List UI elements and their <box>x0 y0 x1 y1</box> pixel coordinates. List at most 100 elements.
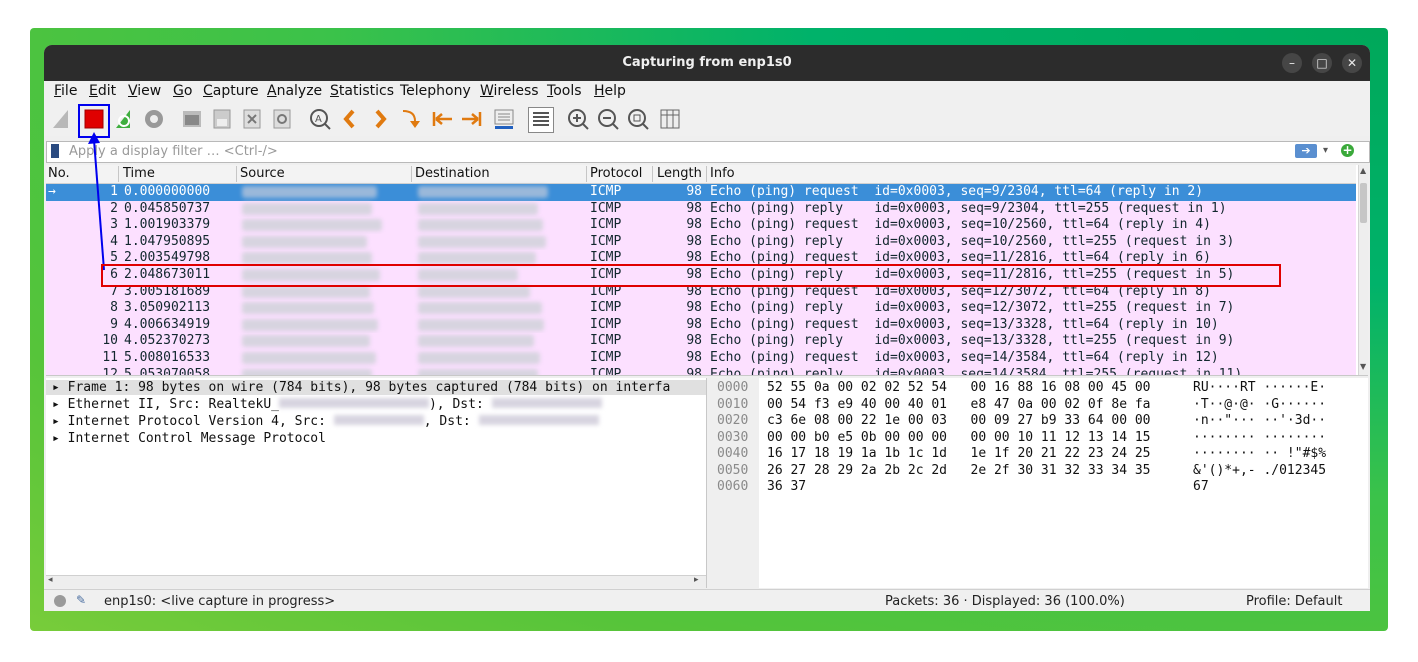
ascii-line[interactable]: 67 <box>1193 479 1326 496</box>
find-packet-icon[interactable]: A <box>308 107 332 131</box>
column-header-length[interactable]: Length <box>657 166 702 181</box>
add-filter-button-icon[interactable]: + <box>1341 144 1354 157</box>
ascii-line[interactable]: ·T··@·@· ·G······ <box>1193 397 1326 414</box>
packet-protocol: ICMP <box>590 200 622 216</box>
zoom-out-icon[interactable] <box>596 107 620 131</box>
detail-row-frame[interactable]: ▸ Frame 1: 98 bytes on wire (784 bits), … <box>46 380 706 395</box>
hex-line[interactable]: 16 17 18 19 1a 1b 1c 1d 1e 1f 20 21 22 2… <box>767 446 1151 463</box>
details-horizontal-scrollbar[interactable]: ◂ ▸ <box>46 575 706 588</box>
packet-time: 0.000000000 <box>124 184 211 199</box>
capture-comment-icon[interactable]: ✎ <box>76 593 86 607</box>
menu-item-edit[interactable]: Edit <box>89 83 116 99</box>
ascii-line[interactable]: ·n··"··· ··'·3d·· <box>1193 413 1326 430</box>
packet-bytes-pane: 0000 0010 0020 0030 0040 0050 0060 52 55 0a 00… <box>709 378 1368 588</box>
menu-item-view[interactable]: View <box>128 83 161 99</box>
redacted-source-address <box>242 202 372 215</box>
packet-list-scrollbar[interactable]: ▲ ▼ <box>1358 165 1368 375</box>
display-filter-input[interactable] <box>69 142 1269 160</box>
menu-item-tools[interactable]: Tools <box>547 83 582 99</box>
column-header-time[interactable]: Time <box>123 166 155 181</box>
menu-item-file[interactable]: File <box>54 83 77 99</box>
column-header-destination[interactable]: Destination <box>415 166 490 181</box>
ascii-line[interactable]: RU····RT ······E· <box>1193 380 1326 397</box>
hex-line[interactable]: 52 55 0a 00 02 02 52 54 00 16 88 16 08 0… <box>767 380 1151 397</box>
column-header-protocol[interactable]: Protocol <box>590 166 642 181</box>
scroll-down-icon[interactable]: ▼ <box>1360 363 1368 371</box>
menu-item-capture[interactable]: Capture <box>203 83 259 99</box>
bookmark-icon[interactable] <box>51 144 59 158</box>
menu-item-analyze[interactable]: Analyze <box>267 83 322 99</box>
ascii-line[interactable]: ········ ·· !"#$% <box>1193 446 1326 463</box>
detail-row-icmp[interactable]: ▸ Internet Control Message Protocol <box>52 431 326 446</box>
hex-line[interactable]: 00 54 f3 e9 40 00 40 01 e8 47 0a 00 02 0… <box>767 397 1151 414</box>
scroll-up-icon[interactable]: ▲ <box>1360 167 1368 175</box>
packet-no: 12 <box>102 366 118 376</box>
normal-size-icon[interactable] <box>626 107 650 131</box>
auto-scroll-icon[interactable] <box>492 107 516 131</box>
scroll-left-icon[interactable]: ◂ <box>48 575 53 585</box>
packet-time: 3.050902113 <box>124 300 211 316</box>
maximize-icon[interactable]: □ <box>1312 53 1332 73</box>
column-header-info[interactable]: Info <box>710 166 735 181</box>
open-file-icon[interactable] <box>180 107 204 131</box>
ascii-line[interactable]: ········ ········ <box>1193 430 1326 447</box>
last-packet-icon[interactable] <box>460 107 484 131</box>
packet-time: 5.053070058 <box>124 366 211 376</box>
redacted-source-address <box>242 186 377 198</box>
byte-offset: 0050 <box>717 462 749 478</box>
ascii-line[interactable]: &'()*+,- ./012345 <box>1193 463 1326 480</box>
hex-line[interactable]: c3 6e 08 00 22 1e 00 03 00 09 27 b9 33 6… <box>767 413 1151 430</box>
packet-row[interactable]: 2 0.045850737 ICMP 98 Echo (ping) reply id=0… <box>46 200 1356 218</box>
packet-row[interactable]: 10 4.052370273 ICMP 98 Echo (ping) reply id=… <box>46 333 1356 350</box>
detail-row-ethernet[interactable]: ▸ Ethernet II, Src: RealtekU_), Dst: <box>52 397 602 412</box>
menu-item-go[interactable]: Go <box>173 83 192 99</box>
go-back-icon[interactable] <box>338 107 362 131</box>
menu-item-telephony[interactable]: Telephony <box>400 83 471 99</box>
packet-protocol: ICMP <box>590 350 622 365</box>
reload-file-icon[interactable] <box>270 107 294 131</box>
apply-filter-icon[interactable]: ➔ <box>1295 144 1317 158</box>
expert-info-icon[interactable] <box>54 595 66 607</box>
packet-protocol: ICMP <box>590 184 622 199</box>
filter-history-dropdown-icon[interactable]: ▾ <box>1323 143 1333 159</box>
profile-text[interactable]: Profile: Default <box>1246 594 1342 609</box>
ascii-dump[interactable]: RU····RT ······E· ·T··@·@· ·G······ ·n··"·… <box>1193 380 1326 496</box>
resize-columns-icon[interactable] <box>658 107 682 131</box>
first-packet-icon[interactable] <box>430 107 454 131</box>
column-header-no[interactable]: No. <box>48 166 70 181</box>
close-icon[interactable]: ✕ <box>1342 53 1362 73</box>
packet-row[interactable]: 4 1.047950895 ICMP 98 Echo (ping) reply id=0… <box>46 233 1356 251</box>
scroll-right-icon[interactable]: ▸ <box>694 575 699 585</box>
packet-row[interactable]: 3 1.001903379 ICMP 98 Echo (ping) request id… <box>46 217 1356 234</box>
packet-row[interactable]: 11 5.008016533 ICMP 98 Echo (ping) request i… <box>46 350 1356 367</box>
packet-no: 11 <box>102 350 118 365</box>
packet-length: 98 <box>686 366 702 376</box>
scrollbar-thumb[interactable] <box>1360 183 1367 223</box>
packet-row[interactable]: 12 5.053070058 ICMP 98 Echo (ping) reply id=… <box>46 366 1356 376</box>
hex-line[interactable]: 26 27 28 29 2a 2b 2c 2d 2e 2f 30 31 32 3… <box>767 463 1151 480</box>
close-file-icon[interactable] <box>240 107 264 131</box>
packet-length: 98 <box>686 333 702 349</box>
minimize-icon[interactable]: – <box>1282 53 1302 73</box>
zoom-in-icon[interactable] <box>566 107 590 131</box>
hex-dump[interactable]: 52 55 0a 00 02 02 52 54 00 16 88 16 08 0… <box>767 380 1151 496</box>
packet-no: 10 <box>102 333 118 349</box>
menu-item-help[interactable]: Help <box>594 83 626 99</box>
packet-row[interactable]: 9 4.006634919 ICMP 98 Echo (ping) request id… <box>46 316 1356 334</box>
column-header-source[interactable]: Source <box>240 166 285 181</box>
go-forward-icon[interactable] <box>368 107 392 131</box>
hex-line[interactable]: 36 37 <box>767 479 1151 496</box>
capture-options-icon[interactable] <box>142 107 166 131</box>
menu-item-wireless[interactable]: Wireless <box>480 83 539 99</box>
packet-row[interactable]: 1 0.000000000 ICMP 98 Echo (ping) request id… <box>46 184 1356 201</box>
detail-row-ipv4[interactable]: ▸ Internet Protocol Version 4, Src: , Ds… <box>52 414 599 429</box>
shark-fin-icon[interactable] <box>50 107 74 131</box>
save-file-icon[interactable] <box>210 107 234 131</box>
packet-protocol: ICMP <box>590 300 622 316</box>
hex-line[interactable]: 00 00 b0 e5 0b 00 00 00 00 00 10 11 12 1… <box>767 430 1151 447</box>
restart-capture-icon[interactable] <box>112 107 136 131</box>
colorize-icon[interactable] <box>528 107 554 133</box>
packet-row[interactable]: 8 3.050902113 ICMP 98 Echo (ping) reply id=0… <box>46 300 1356 317</box>
menu-item-statistics[interactable]: Statistics <box>330 83 394 99</box>
go-to-packet-icon[interactable] <box>398 107 422 131</box>
